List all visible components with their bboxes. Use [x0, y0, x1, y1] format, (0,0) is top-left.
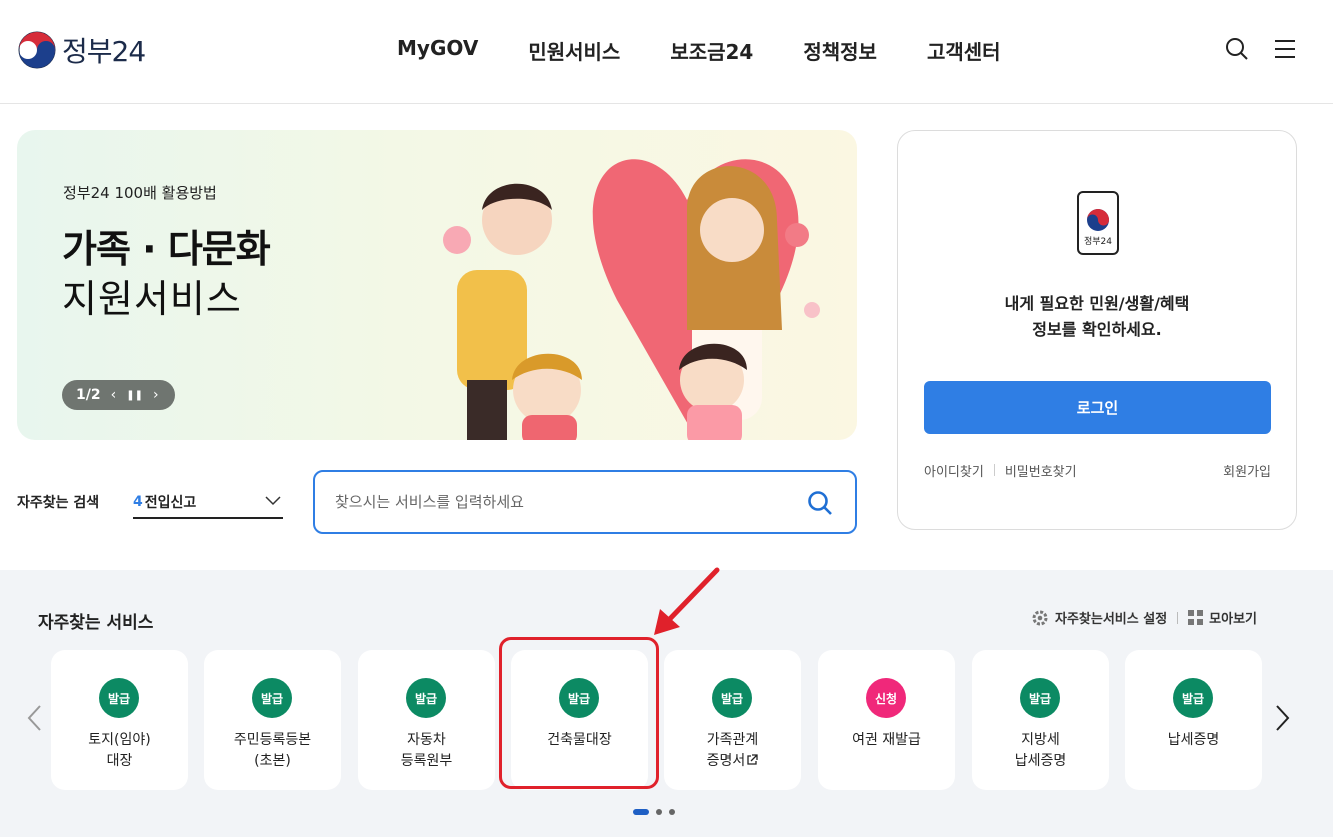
banner-subtitle: 정부24 100배 활용방법 [63, 184, 217, 202]
gear-icon [1032, 610, 1048, 625]
issue-badge: 발급 [99, 678, 139, 718]
login-message: 내게 필요한 민원/생활/혜택 정보를 확인하세요. [898, 291, 1296, 343]
grid-icon [1188, 610, 1204, 625]
service-card-land-register[interactable]: 발급 토지(임야) 대장 [51, 650, 188, 790]
services-prev-arrow[interactable] [25, 703, 45, 733]
nav-civil-service[interactable]: 민원서비스 [528, 36, 620, 65]
services-tools: 자주찾는서비스 설정 모아보기 [1031, 608, 1257, 627]
government-emblem-icon [18, 31, 56, 69]
nav-subsidy[interactable]: 보조금24 [670, 36, 753, 65]
login-message-line2: 정보를 확인하세요. [1032, 320, 1162, 339]
app-label: 정부24 [1083, 237, 1112, 247]
popular-search-rank: 4 [133, 494, 143, 510]
pointer-arrow-icon [654, 567, 720, 635]
banner-next-icon[interactable]: › [153, 387, 159, 403]
service-card-local-tax-certificate[interactable]: 발급 지방세 납세증명 [972, 650, 1109, 790]
carousel-dot-2[interactable] [656, 809, 662, 815]
carousel-dot-1[interactable] [633, 809, 649, 815]
issue-badge: 발급 [406, 678, 446, 718]
issue-badge: 발급 [1020, 678, 1060, 718]
search-icon[interactable] [1225, 36, 1249, 62]
login-message-line1: 내게 필요한 민원/생활/혜택 [1004, 294, 1190, 313]
view-all-label: 모아보기 [1209, 612, 1257, 627]
service-card-label: 주민등록등본 (초본) [233, 732, 312, 769]
site-header: 정부24 MyGOV 민원서비스 보조금24 정책정보 고객센터 [0, 0, 1333, 104]
family-illustration [443, 159, 820, 440]
banner-pause-icon[interactable]: ❚❚ [126, 390, 143, 401]
login-card: 정부24 내게 필요한 민원/생활/혜택 정보를 확인하세요. 로그인 아이디찾… [897, 130, 1297, 530]
service-card-tax-certificate[interactable]: 발급 납세증명 [1125, 650, 1262, 790]
nav-policy[interactable]: 정책정보 [803, 36, 877, 65]
service-card-label: 지방세 납세증명 [1014, 732, 1067, 769]
mobile-app-icon: 정부24 [1077, 191, 1119, 255]
popular-search-select[interactable]: 4 전입신고 [133, 487, 283, 519]
service-card-resident-register[interactable]: 발급 주민등록등본 (초본) [204, 650, 341, 790]
banner-title-line2: 지원서비스 [62, 277, 242, 321]
service-card-vehicle-register[interactable]: 발급 자동차 등록원부 [358, 650, 495, 790]
popular-search-label: 자주찾는 검색 [17, 495, 100, 511]
find-id-link[interactable]: 아이디찾기 [924, 461, 984, 480]
search-box [313, 470, 857, 534]
service-search-input[interactable] [335, 488, 775, 516]
join-link[interactable]: 회원가입 [1223, 461, 1271, 480]
services-settings-label: 자주찾는서비스 설정 [1054, 612, 1168, 627]
external-link-icon [747, 754, 758, 765]
login-button[interactable]: 로그인 [924, 381, 1271, 434]
nav-mygov[interactable]: MyGOV [397, 36, 478, 65]
service-card-label: 토지(임야) 대장 [88, 732, 151, 769]
banner-pager: 1/2 ‹ ❚❚ › [62, 380, 175, 410]
header-icons [1225, 36, 1297, 62]
account-links: 아이디찾기 비밀번호찾기 회원가입 [924, 461, 1271, 480]
view-all-button[interactable]: 모아보기 [1188, 608, 1257, 627]
service-card-label: 여권 재발급 [852, 732, 921, 748]
service-card-family-certificate[interactable]: 발급 가족관계 증명서 [664, 650, 801, 790]
search-submit-icon[interactable] [807, 490, 833, 516]
banner-prev-icon[interactable]: ‹ [111, 387, 117, 403]
popular-search-value: 전입신고 [144, 495, 197, 511]
highlight-box [499, 637, 659, 789]
banner-page-indicator: 1/2 [76, 387, 101, 403]
service-card-label: 자동차 등록원부 [400, 732, 453, 769]
menu-icon[interactable] [1273, 36, 1297, 62]
service-card-label: 가족관계 증명서 [664, 730, 801, 772]
issue-badge: 발급 [252, 678, 292, 718]
nav-support-center[interactable]: 고객센터 [927, 36, 1001, 65]
issue-badge: 발급 [1173, 678, 1213, 718]
chevron-down-icon [265, 494, 281, 510]
main-nav: MyGOV 민원서비스 보조금24 정책정보 고객센터 [397, 36, 1051, 65]
main-banner[interactable]: 정부24 100배 활용방법 가족 · 다문화 지원서비스 1/2 ‹ ❚❚ › [17, 130, 857, 440]
apply-badge: 신청 [866, 678, 906, 718]
carousel-dot-3[interactable] [669, 809, 675, 815]
banner-title: 가족 · 다문화 [62, 227, 271, 271]
frequent-services-title: 자주찾는 서비스 [38, 613, 154, 633]
tools-divider [1177, 611, 1179, 624]
services-next-arrow[interactable] [1272, 703, 1292, 733]
services-settings-button[interactable]: 자주찾는서비스 설정 [1031, 608, 1167, 627]
site-logo[interactable]: 정부24 [18, 30, 146, 70]
carousel-dots [633, 809, 675, 815]
logo-text: 정부24 [62, 35, 146, 68]
link-divider [993, 464, 995, 476]
service-card-label: 납세증명 [1167, 732, 1220, 748]
issue-badge: 발급 [712, 678, 752, 718]
service-card-passport-reissue[interactable]: 신청 여권 재발급 [818, 650, 955, 790]
find-password-link[interactable]: 비밀번호찾기 [1005, 461, 1077, 480]
